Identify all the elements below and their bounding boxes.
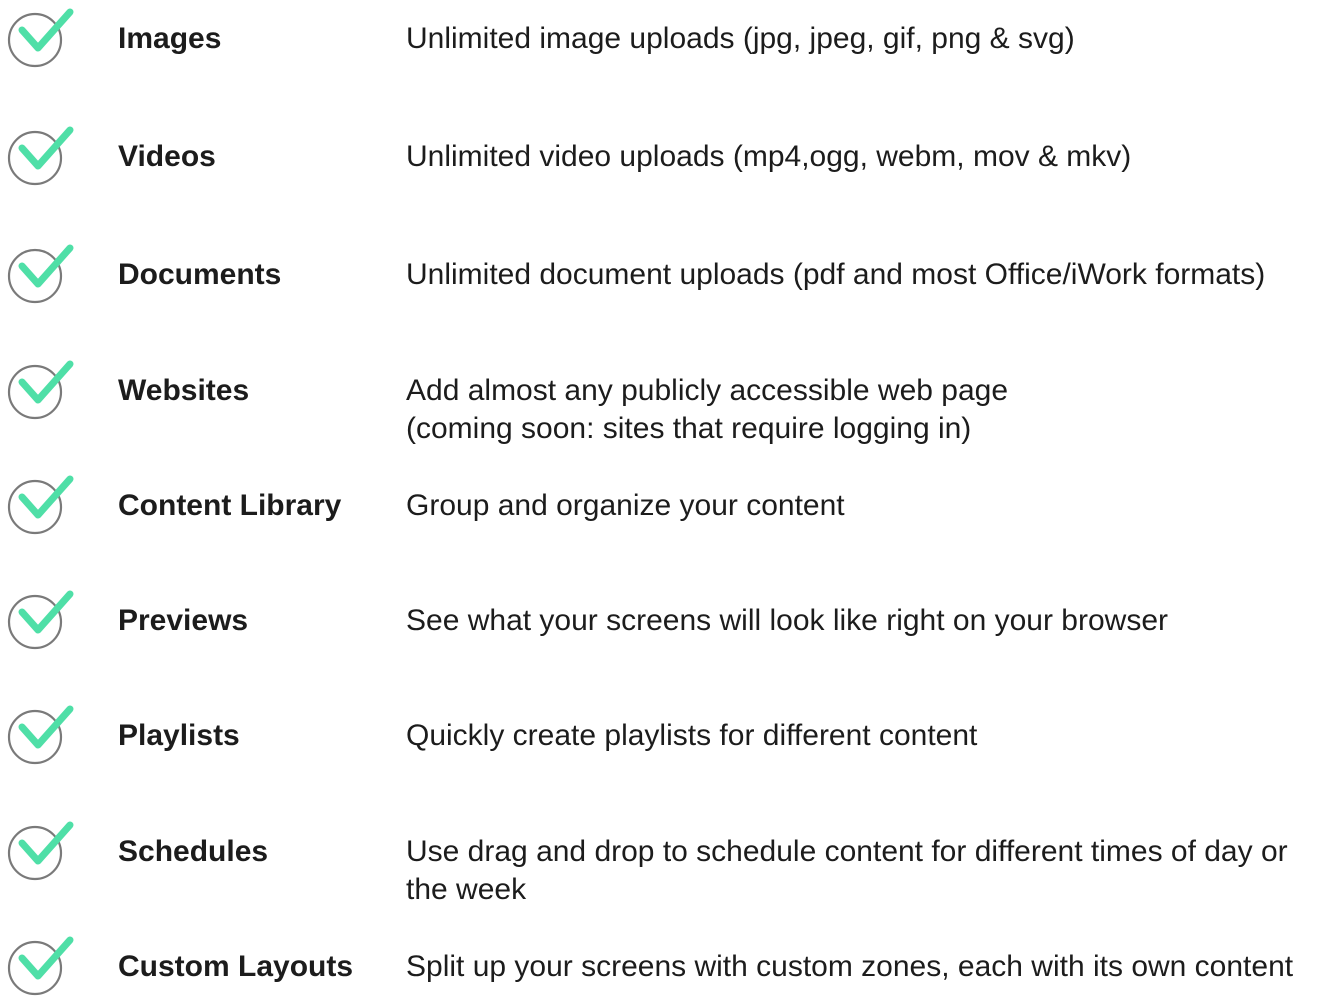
feature-description: Quickly create playlists for different c… <box>406 719 978 752</box>
feature-row-images: Images Unlimited image uploads (jpg, jpe… <box>0 0 1341 80</box>
feature-list: Images Unlimited image uploads (jpg, jpe… <box>0 0 1341 996</box>
feature-row-custom-layouts: Custom Layouts Split up your screens wit… <box>0 928 1341 1008</box>
feature-row-playlists: Playlists Quickly create playlists for d… <box>0 697 1341 777</box>
feature-description: See what your screens will look like rig… <box>406 604 1168 637</box>
feature-row-videos: Videos Unlimited video uploads (mp4,ogg,… <box>0 118 1341 198</box>
feature-description: Unlimited video uploads (mp4,ogg, webm, … <box>406 140 1132 173</box>
check-circle-icon <box>4 236 80 308</box>
check-circle-icon <box>4 928 80 1000</box>
feature-description: Add almost any publicly accessible web p… <box>406 374 1009 445</box>
check-circle-icon <box>4 697 80 769</box>
feature-name: Schedules <box>118 835 269 868</box>
check-circle-icon <box>4 582 80 654</box>
check-circle-icon <box>4 0 80 72</box>
feature-description: Use drag and drop to schedule content fo… <box>406 835 1288 906</box>
feature-row-websites: Websites Add almost any publicly accessi… <box>0 352 1341 445</box>
check-circle-icon <box>4 352 80 424</box>
feature-row-content-library: Content Library Group and organize your … <box>0 467 1341 547</box>
feature-row-previews: Previews See what your screens will look… <box>0 582 1341 662</box>
feature-name: Custom Layouts <box>118 950 354 983</box>
feature-row-documents: Documents Unlimited document uploads (pd… <box>0 236 1341 316</box>
feature-description: Unlimited image uploads (jpg, jpeg, gif,… <box>406 22 1075 55</box>
feature-name: Documents <box>118 258 282 291</box>
feature-row-schedules: Schedules Use drag and drop to schedule … <box>0 813 1341 906</box>
check-circle-icon <box>4 813 80 885</box>
feature-name: Playlists <box>118 719 240 752</box>
feature-description: Group and organize your content <box>406 489 845 522</box>
feature-name: Videos <box>118 140 216 173</box>
feature-name: Images <box>118 22 222 55</box>
feature-name: Content Library <box>118 489 342 522</box>
feature-description: Split up your screens with custom zones,… <box>406 950 1294 983</box>
feature-description: Unlimited document uploads (pdf and most… <box>406 258 1266 291</box>
check-circle-icon <box>4 467 80 539</box>
feature-name: Websites <box>118 374 250 407</box>
feature-name: Previews <box>118 604 249 637</box>
check-circle-icon <box>4 118 80 190</box>
